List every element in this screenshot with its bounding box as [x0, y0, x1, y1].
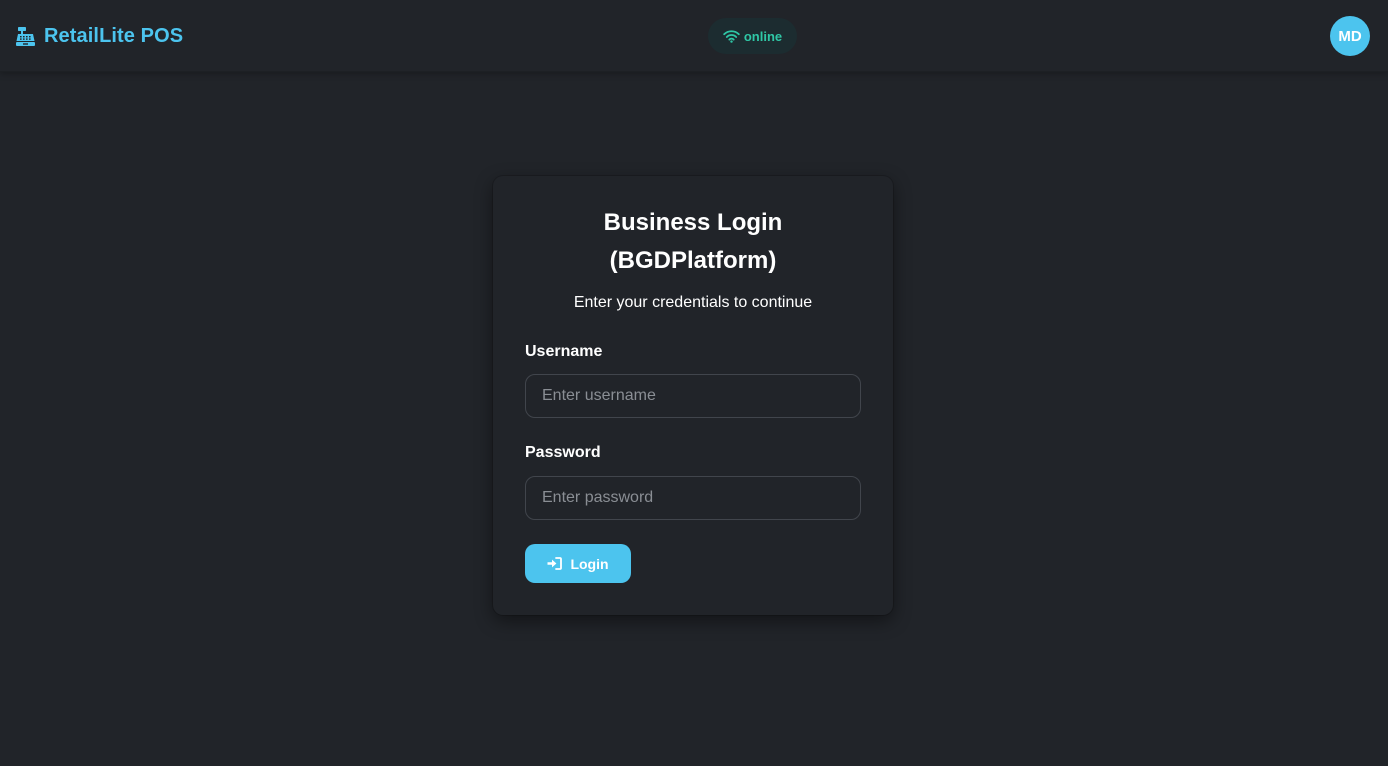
login-button-label: Login — [570, 555, 609, 572]
connection-status-label: online — [743, 28, 783, 44]
username-input[interactable] — [525, 374, 861, 418]
password-label: Password — [525, 444, 601, 461]
user-avatar[interactable]: MD — [1330, 16, 1370, 56]
login-button[interactable]: Login — [525, 544, 631, 583]
top-navbar: RetailLite POS online MD — [0, 0, 1388, 72]
login-title-line-1: Business Login — [603, 209, 783, 236]
password-input[interactable] — [525, 476, 861, 520]
sign-in-icon — [547, 557, 563, 570]
login-title-line-2: (BGDPlatform) — [609, 247, 777, 274]
connection-status-badge: online — [708, 18, 797, 54]
brand-name: RetailLite POS — [44, 24, 184, 47]
login-title: Business Login (BGDPlatform) — [493, 204, 893, 280]
username-label: Username — [525, 343, 603, 360]
wifi-icon — [723, 30, 740, 43]
login-card: Business Login (BGDPlatform) Enter your … — [493, 176, 893, 615]
cash-register-icon — [16, 26, 35, 46]
brand-link[interactable]: RetailLite POS — [15, 22, 183, 50]
login-subtitle: Enter your credentials to continue — [573, 294, 813, 311]
